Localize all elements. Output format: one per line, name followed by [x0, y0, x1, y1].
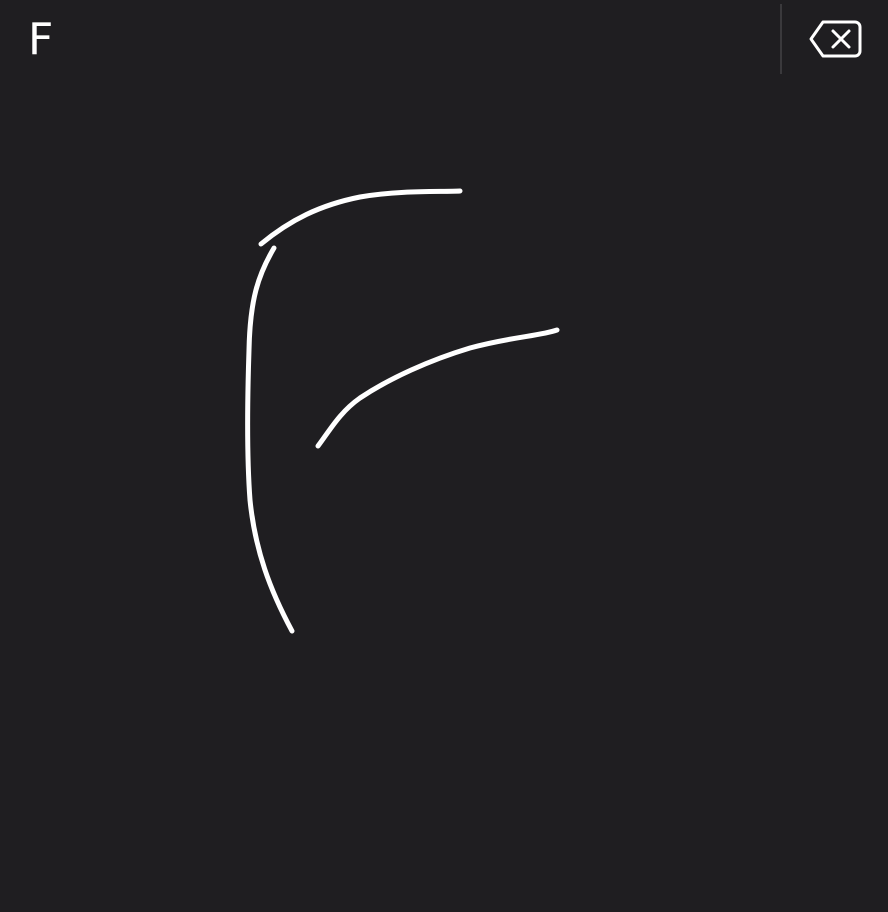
ink-stroke-middle — [315, 327, 560, 449]
ink-stroke-top — [258, 188, 463, 247]
backspace-icon — [809, 19, 863, 64]
handwriting-keyboard: F — [0, 0, 888, 912]
delete-button[interactable] — [802, 14, 870, 68]
candidate-suggestion[interactable]: F — [28, 10, 68, 70]
ink-stroke-vertical — [245, 245, 295, 634]
divider — [780, 4, 782, 74]
ink-layer — [245, 188, 560, 634]
candidate-bar: F — [0, 0, 888, 80]
handwriting-canvas[interactable] — [0, 80, 888, 912]
